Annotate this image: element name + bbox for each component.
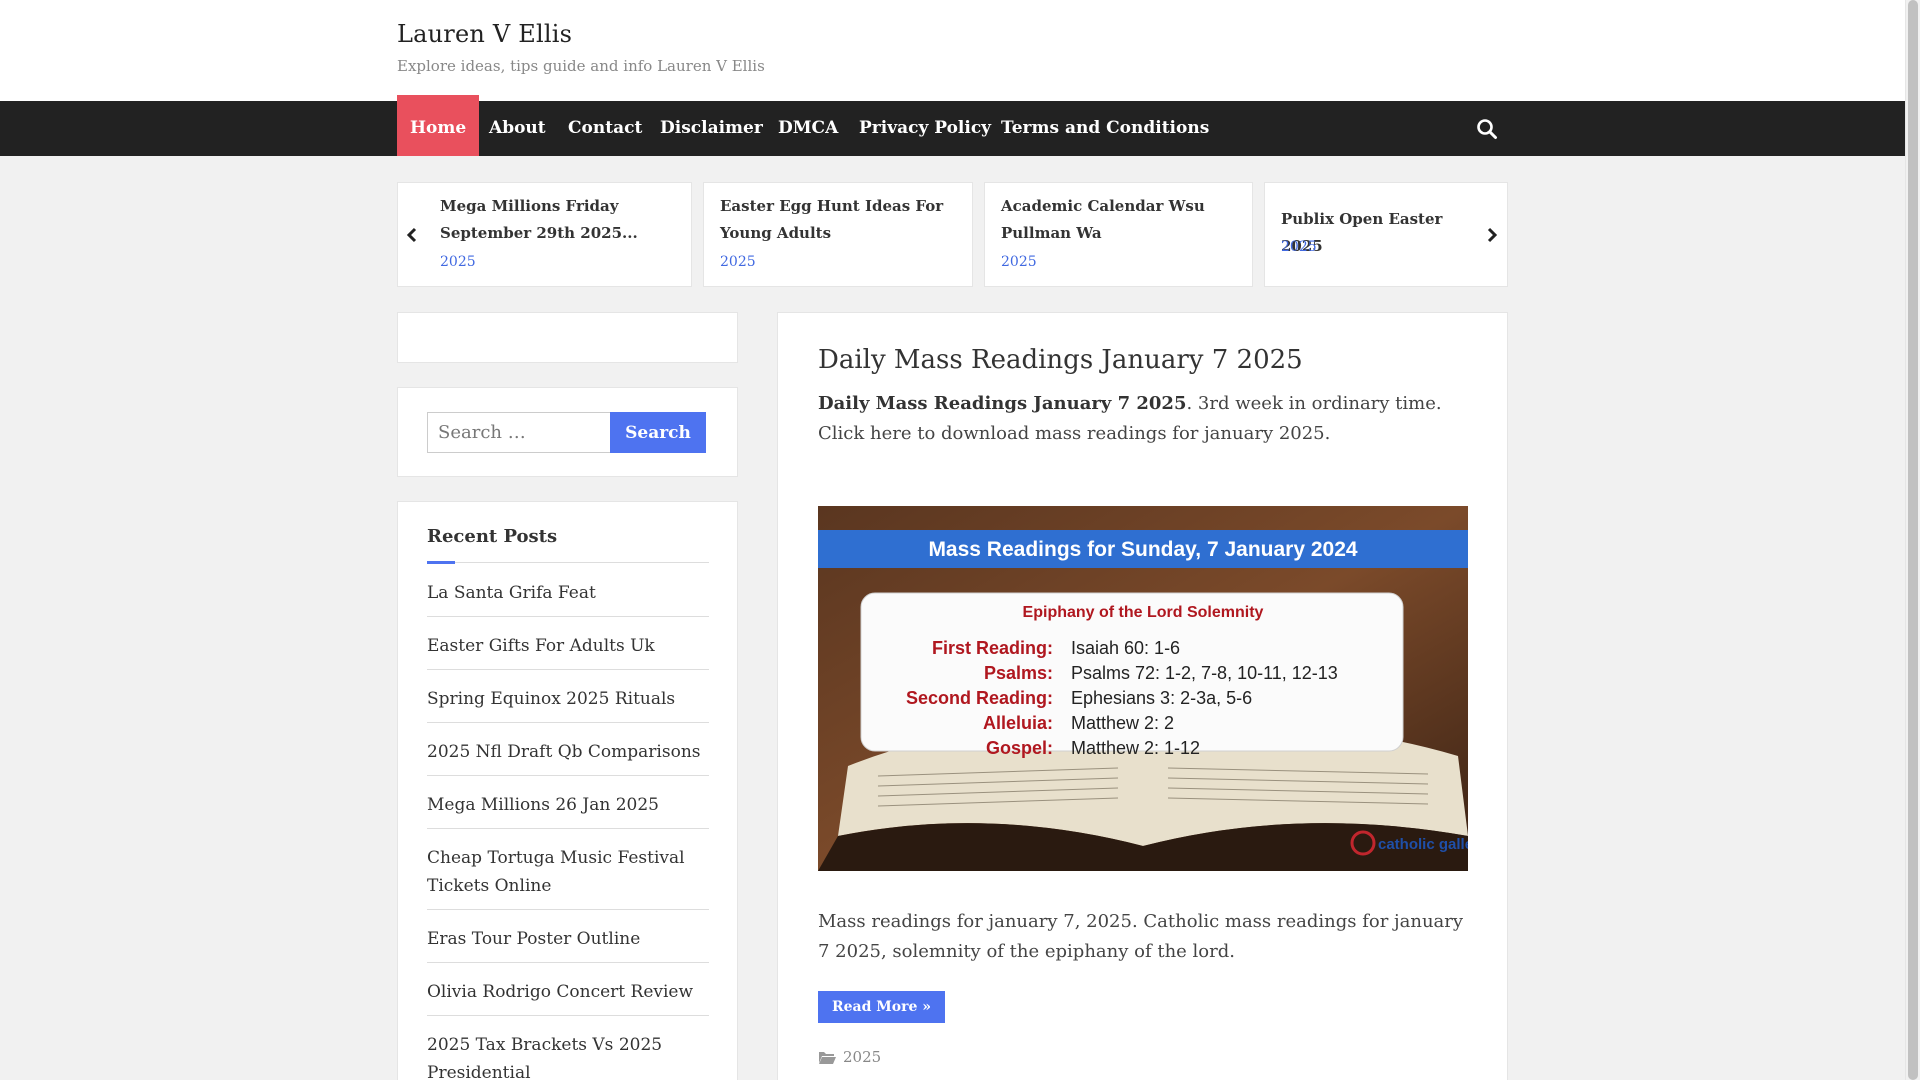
nav-contact[interactable]: Contact xyxy=(555,101,655,156)
reading-label: Gospel: xyxy=(986,738,1053,758)
carousel-card[interactable]: Easter Egg Hunt Ideas For Young Adults 2… xyxy=(703,182,973,287)
logo-text: catholic gallery xyxy=(1378,836,1468,853)
site-header: Lauren V Ellis Explore ideas, tips guide… xyxy=(0,0,1905,101)
mass-readings-image: Mass Readings for Sunday, 7 January 2024… xyxy=(818,506,1468,871)
featured-carousel: Mega Millions Friday September 29th 2025… xyxy=(397,182,1508,287)
list-item[interactable]: Olivia Rodrigo Concert Review xyxy=(427,963,709,1016)
search-button[interactable]: Search xyxy=(610,412,706,453)
nav-disclaimer[interactable]: Disclaimer xyxy=(647,101,776,156)
scrollbar-thumb[interactable] xyxy=(1908,0,1918,1080)
carousel-card[interactable]: Publix Open Easter 2025 2025 xyxy=(1264,182,1508,287)
reading-value: Ephesians 3: 2-3a, 5-6 xyxy=(1071,688,1252,708)
reading-label: First Reading: xyxy=(932,638,1053,658)
image-banner-text: Mass Readings for Sunday, 7 January 2024 xyxy=(928,538,1357,561)
search-widget: Search xyxy=(397,387,738,477)
reading-value: Isaiah 60: 1-6 xyxy=(1071,638,1180,658)
list-item[interactable]: Mega Millions 26 Jan 2025 xyxy=(427,776,709,829)
chevron-left-icon[interactable] xyxy=(404,225,420,245)
post-intro: Daily Mass Readings January 7 2025. 3rd … xyxy=(818,389,1468,449)
nav-about[interactable]: About xyxy=(476,101,559,156)
recent-posts-list: La Santa Grifa Feat Easter Gifts For Adu… xyxy=(427,564,709,1080)
recent-posts-heading: Recent Posts xyxy=(427,526,558,547)
list-item[interactable]: Eras Tour Poster Outline xyxy=(427,910,709,963)
nav-dmca[interactable]: DMCA xyxy=(765,101,851,156)
carousel-card-category[interactable]: 2025 xyxy=(1281,239,1317,255)
carousel-card-title[interactable]: Academic Calendar Wsu Pullman Wa xyxy=(1001,193,1231,247)
list-item[interactable]: 2025 Tax Brackets Vs 2025 Presidential xyxy=(427,1016,709,1080)
carousel-card[interactable]: Mega Millions Friday September 29th 2025… xyxy=(397,182,692,287)
search-icon[interactable] xyxy=(1476,118,1498,140)
folder-icon xyxy=(819,1052,836,1064)
post-excerpt: Mass readings for january 7, 2025. Catho… xyxy=(818,911,1464,962)
reading-label: Alleluia: xyxy=(983,713,1053,733)
post-category-meta: 2025 xyxy=(818,1048,881,1066)
carousel-card-title[interactable]: Easter Egg Hunt Ideas For Young Adults xyxy=(720,193,950,247)
carousel-card-title[interactable]: Mega Millions Friday September 29th 2025… xyxy=(440,193,640,247)
post-category[interactable]: 2025 xyxy=(843,1048,881,1066)
reading-value: Psalms 72: 1-2, 7-8, 10-11, 12-13 xyxy=(1071,663,1338,683)
empty-widget xyxy=(397,312,738,363)
post-intro-bold: Daily Mass Readings January 7 2025 xyxy=(818,393,1187,414)
carousel-card-category[interactable]: 2025 xyxy=(720,254,756,270)
site-tagline: Explore ideas, tips guide and info Laure… xyxy=(397,57,765,75)
image-subtitle: Epiphany of the Lord Solemnity xyxy=(1023,604,1264,621)
recent-posts-widget: Recent Posts La Santa Grifa Feat Easter … xyxy=(397,501,738,1080)
nav-privacy-policy[interactable]: Privacy Policy xyxy=(846,101,1004,156)
read-more-button[interactable]: Read More » xyxy=(818,991,946,1023)
reading-label: Second Reading: xyxy=(906,688,1053,708)
heading-divider xyxy=(427,562,709,563)
list-item[interactable]: 2025 Nfl Draft Qb Comparisons xyxy=(427,723,709,776)
reading-value: Matthew 2: 2 xyxy=(1071,713,1174,733)
list-item[interactable]: La Santa Grifa Feat xyxy=(427,564,709,617)
list-item[interactable]: Cheap Tortuga Music Festival Tickets Onl… xyxy=(427,829,709,910)
post-featured-image[interactable]: Mass Readings for Sunday, 7 January 2024… xyxy=(818,506,1468,871)
page-scrollbar[interactable] xyxy=(1905,0,1920,1080)
post-article: Daily Mass Readings January 7 2025 Daily… xyxy=(777,312,1508,1080)
search-input[interactable] xyxy=(427,412,611,453)
nav-terms[interactable]: Terms and Conditions xyxy=(988,101,1222,156)
list-item[interactable]: Spring Equinox 2025 Rituals xyxy=(427,670,709,723)
chevron-right-icon[interactable] xyxy=(1484,225,1500,245)
list-item[interactable]: Easter Gifts For Adults Uk xyxy=(427,617,709,670)
carousel-card[interactable]: Academic Calendar Wsu Pullman Wa 2025 xyxy=(984,182,1253,287)
post-title[interactable]: Daily Mass Readings January 7 2025 xyxy=(818,345,1303,375)
site-title[interactable]: Lauren V Ellis xyxy=(397,20,572,48)
carousel-card-category[interactable]: 2025 xyxy=(440,254,476,270)
main-nav: Home About Contact Disclaimer DMCA Priva… xyxy=(0,95,1905,156)
nav-home[interactable]: Home xyxy=(397,95,480,156)
carousel-card-category[interactable]: 2025 xyxy=(1001,254,1037,270)
reading-label: Psalms: xyxy=(984,663,1053,683)
reading-value: Matthew 2: 1-12 xyxy=(1071,738,1200,758)
